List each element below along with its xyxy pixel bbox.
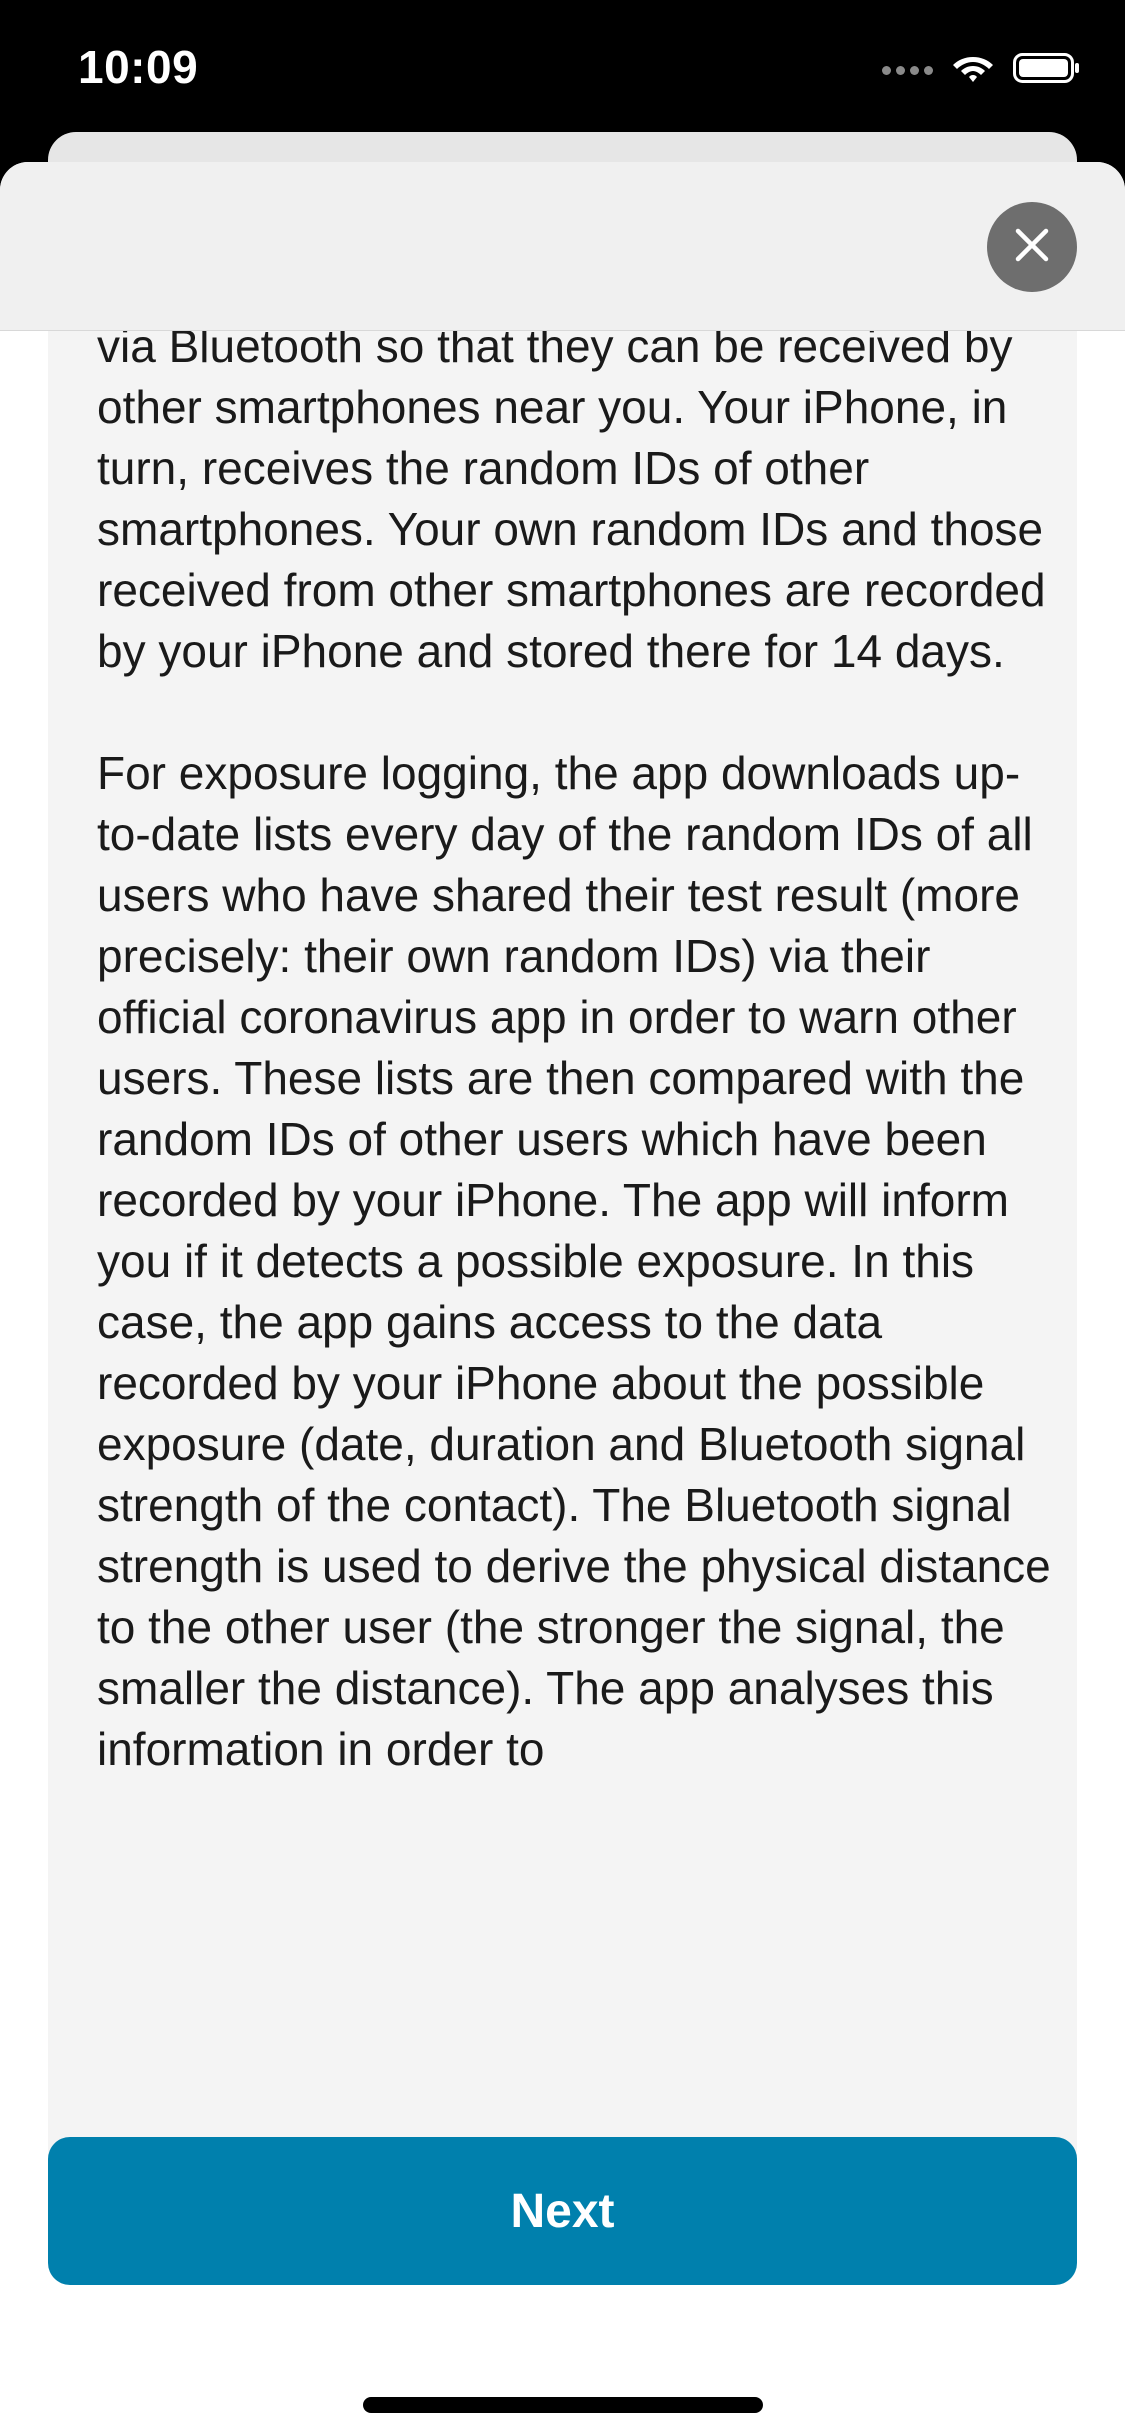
content-paragraph: For exposure logging, the app downloads … [97, 747, 1051, 1775]
sheet-header [0, 162, 1125, 331]
status-time: 10:09 [78, 41, 199, 93]
close-icon [1014, 227, 1050, 268]
modal-sheet: via Bluetooth so that they can be receiv… [0, 162, 1125, 2436]
signal-icon [882, 65, 933, 75]
content-paragraph: via Bluetooth so that they can be receiv… [97, 330, 1046, 677]
status-bar: 10:09 [0, 0, 1125, 135]
wifi-icon [951, 51, 995, 90]
content-text: via Bluetooth so that they can be receiv… [97, 330, 1057, 1841]
home-indicator[interactable] [363, 2397, 763, 2413]
status-icons [882, 50, 1081, 90]
next-button[interactable]: Next [48, 2137, 1077, 2285]
close-button[interactable] [987, 202, 1077, 292]
content-scroll-area[interactable]: via Bluetooth so that they can be receiv… [48, 330, 1077, 2250]
battery-icon [1013, 51, 1081, 90]
screen: 10:09 via Bluetooth so that they can be … [0, 0, 1125, 2436]
